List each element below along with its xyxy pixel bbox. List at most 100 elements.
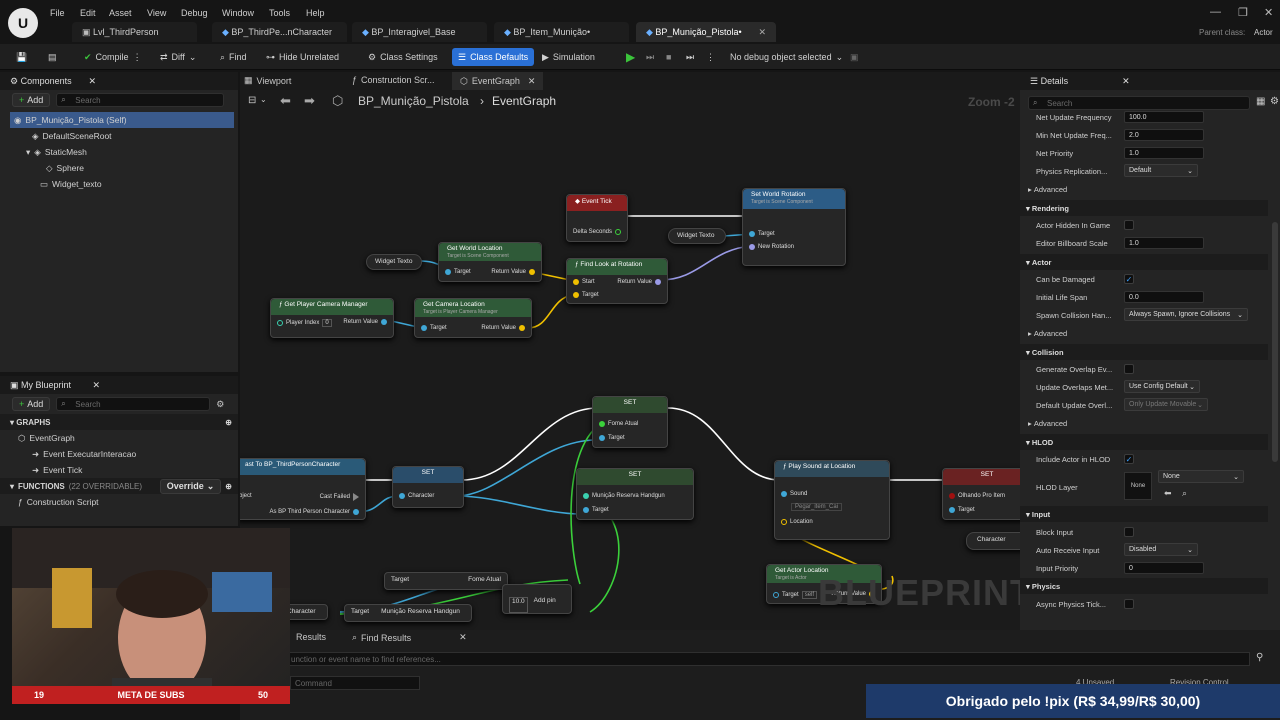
pin-delta-seconds[interactable]: Delta Seconds [573, 229, 622, 235]
node-add-math[interactable]: 10.0 Add pin [502, 584, 572, 614]
stop-icon[interactable]: ■ [662, 48, 675, 66]
use-selected-icon[interactable]: ⬅ [1164, 488, 1172, 499]
input-priority-field[interactable]: 0 [1124, 562, 1204, 574]
class-defaults-button[interactable]: ☰ Class Defaults [452, 48, 535, 66]
pin-target[interactable]: Target [573, 292, 599, 298]
spawn-collision-select[interactable]: Always Spawn, Ignore Collisions ⌄ [1124, 308, 1248, 321]
bookmark-icon[interactable]: ⊟ [248, 95, 256, 106]
pin-sound-value[interactable]: Pegar_item_Cai [791, 503, 843, 511]
pin-new-rotation[interactable]: New Rotation [749, 244, 794, 250]
add-component-button[interactable]: + Add [12, 93, 51, 107]
node-widget-texto-getter[interactable]: Widget Texto [668, 228, 726, 244]
find-button[interactable]: ⌕ Find [216, 48, 251, 66]
play-icon[interactable]: ▶ [622, 48, 639, 66]
pin-target[interactable]: Target [749, 231, 775, 237]
pin-player-index[interactable]: Player Index 0 [277, 319, 332, 327]
pin-target[interactable]: Target self [773, 591, 818, 599]
physics-replication-select[interactable]: Default ⌄ [1124, 164, 1198, 177]
node-set-fome-atual[interactable]: SET Fome Atual Target [592, 396, 668, 448]
unreal-logo-icon[interactable]: U [8, 8, 38, 38]
menu-edit[interactable]: Edit [80, 8, 96, 18]
section-input[interactable]: ▾ Input [1020, 506, 1268, 522]
advanced-toggle[interactable]: ▸ Advanced [1028, 182, 1067, 196]
menu-file[interactable]: File [50, 8, 65, 18]
include-hlod-checkbox[interactable]: ✓ [1124, 454, 1134, 464]
close-icon[interactable]: ✕ [459, 632, 467, 643]
event-item-tick[interactable]: ➜ Event Tick [0, 462, 238, 478]
binoculars-icon[interactable]: ⚲ [1256, 652, 1263, 663]
auto-receive-input-select[interactable]: Disabled ⌄ [1124, 543, 1198, 556]
pin-fome-atual[interactable]: Fome Atual [599, 421, 638, 427]
pin-return-value[interactable]: Return Value [491, 269, 535, 275]
more-options-icon[interactable]: ⋮ [702, 48, 719, 66]
advance-frame-icon[interactable]: ⏭ [642, 48, 658, 66]
node-get-world-location[interactable]: Get World Location Target is Scene Compon… [438, 242, 542, 282]
graph-item-eventgraph[interactable]: ⬡ EventGraph [0, 430, 238, 446]
can-be-damaged-checkbox[interactable]: ✓ [1124, 274, 1134, 284]
menu-asset[interactable]: Asset [109, 8, 132, 18]
forward-arrow-icon[interactable]: ➡ [304, 93, 315, 109]
advanced-toggle[interactable]: ▸ Advanced [1028, 326, 1067, 340]
functions-section[interactable]: ▾ FUNCTIONS (22 OVERRIDABLE) Override ⌄ ⊕ [0, 478, 238, 494]
net-priority-field[interactable]: 1.0 [1124, 147, 1204, 159]
tab-find-results[interactable]: ⌕ Find Results ✕ [352, 632, 467, 643]
node-character-getter[interactable]: Character [966, 532, 1020, 550]
add-member-button[interactable]: + Add [12, 397, 51, 411]
node-set-world-rotation[interactable]: Set World Rotation Target is Scene Compon… [742, 188, 846, 266]
tab-construction-script[interactable]: ƒ Construction Scr... [352, 75, 435, 85]
breadcrumb-graph[interactable]: EventGraph [492, 94, 556, 108]
pin-target[interactable]: Target [445, 269, 471, 275]
event-item-executar[interactable]: ➜ Event ExecutarInteracao [0, 446, 238, 462]
browse-icon[interactable]: ⌕ [1182, 488, 1187, 499]
pin-target[interactable]: Target [421, 325, 447, 331]
min-net-update-field[interactable]: 2.0 [1124, 129, 1204, 141]
close-icon[interactable]: ✕ [758, 27, 766, 38]
my-blueprint-search-input[interactable]: ⌕ Search [56, 397, 211, 411]
node-fome-atual-getter[interactable]: Target Fome Atual [384, 572, 508, 590]
parent-class-value[interactable]: Actor [1254, 28, 1273, 37]
close-window-icon[interactable]: ✕ [1264, 6, 1273, 19]
update-overlaps-select[interactable]: Use Config Default ⌄ [1124, 380, 1200, 393]
block-input-checkbox[interactable] [1124, 527, 1134, 537]
add-function-icon[interactable]: ⊕ [225, 482, 232, 491]
pin-object[interactable]: bject [240, 493, 252, 499]
tab-viewport[interactable]: ▦ Viewport [244, 75, 291, 86]
function-item-construction[interactable]: ƒ Construction Script [0, 494, 238, 510]
close-icon[interactable]: ✕ [92, 380, 100, 391]
section-actor[interactable]: ▾ Actor [1020, 254, 1268, 270]
pin-return-value[interactable]: Return Value [481, 325, 525, 331]
settings-icon[interactable]: ⚙ [216, 399, 224, 410]
chevron-down-icon[interactable]: ⌄ [260, 95, 267, 104]
node-set-character[interactable]: SET Character [392, 466, 464, 508]
tab-bp-interagivel[interactable]: ◆ BP_Interagivel_Base [352, 22, 487, 42]
tree-item-self[interactable]: ◉ BP_Munição_Pistola (Self) [10, 112, 234, 128]
overlap-events-checkbox[interactable] [1124, 364, 1134, 374]
simulation-button[interactable]: ▶ Simulation [538, 48, 599, 66]
diff-button[interactable]: ⇄ Diff ⌄ [156, 48, 200, 66]
pin-character[interactable]: Character [399, 493, 434, 499]
class-settings-button[interactable]: ⚙ Class Settings [364, 48, 442, 66]
node-find-look-at-rotation[interactable]: ƒ Find Look at Rotation Start Target Ret… [566, 258, 668, 304]
pin-value[interactable]: 0 [322, 319, 332, 327]
save-icon[interactable]: 💾 [12, 48, 31, 66]
menu-help[interactable]: Help [306, 8, 325, 18]
settings-icon[interactable]: ⚙ [1270, 96, 1279, 107]
node-get-player-camera-manager[interactable]: ƒ Get Player Camera Manager Player Index… [270, 298, 394, 338]
pin-target[interactable]: Target [599, 435, 625, 441]
section-rendering[interactable]: ▾ Rendering [1020, 200, 1268, 216]
tab-compiler-results[interactable]: Results [296, 632, 326, 642]
net-update-frequency-field[interactable]: 100.0 [1124, 111, 1204, 123]
pin-cast-failed[interactable]: Cast Failed [320, 493, 359, 501]
pin-start[interactable]: Start [573, 279, 595, 285]
node-play-sound-at-location[interactable]: ƒ Play Sound at Location Sound Pegar_ite… [774, 460, 890, 540]
close-icon[interactable]: ✕ [88, 76, 96, 87]
details-scrollbar[interactable] [1272, 222, 1278, 462]
node-set-olhando-pro-item[interactable]: SET Olhando Pro Item Target [942, 468, 1020, 520]
menu-tools[interactable]: Tools [269, 8, 290, 18]
maximize-icon[interactable]: ❐ [1238, 6, 1248, 19]
section-collision[interactable]: ▾ Collision [1020, 344, 1268, 360]
pin-olhando-pro-item[interactable]: Olhando Pro Item [949, 493, 1005, 499]
node-event-tick[interactable]: ◆ Event Tick Delta Seconds [566, 194, 628, 242]
console-command-input[interactable]: Command [290, 676, 420, 690]
tab-bp-item-municao[interactable]: ◆ BP_Item_Munição• [494, 22, 629, 42]
